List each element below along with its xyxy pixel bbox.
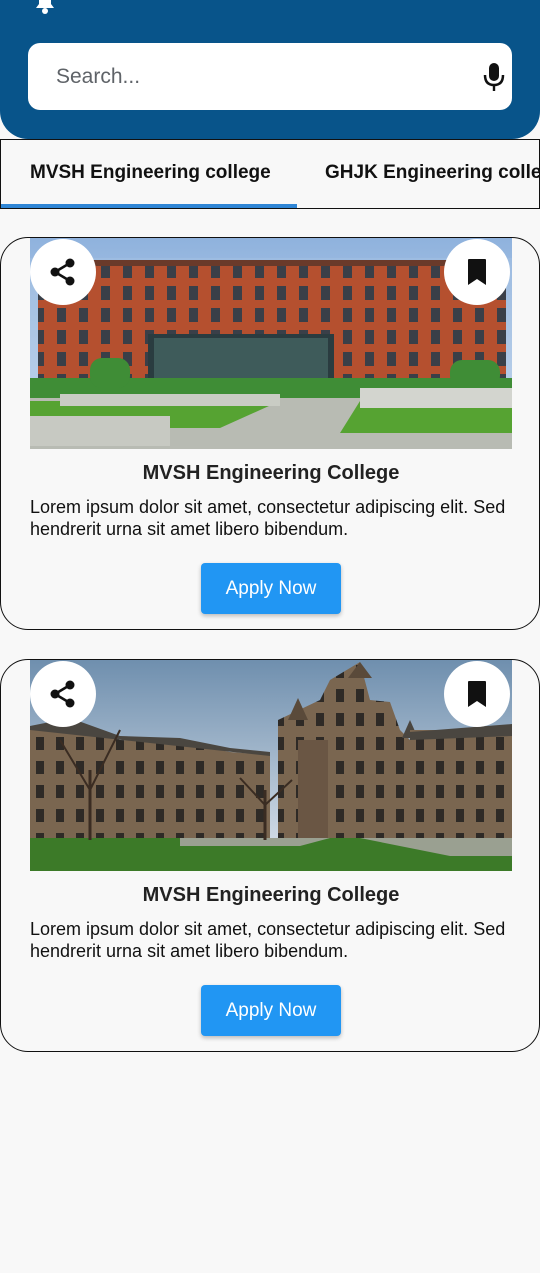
share-button[interactable] — [30, 661, 96, 727]
college-description: Lorem ipsum dolor sit amet, consectetur … — [30, 497, 506, 539]
college-card: MVSH Engineering College Lorem ipsum dol… — [0, 237, 540, 630]
college-image — [30, 660, 512, 871]
college-title: MVSH Engineering College — [142, 462, 400, 484]
tab-ghjk[interactable]: GHJK Engineering college — [325, 140, 539, 208]
apply-now-button[interactable]: Apply Now — [201, 563, 341, 614]
college-tab-bar: MVSH Engineering college GHJK Engineerin… — [0, 139, 540, 209]
tab-mvsh[interactable]: MVSH Engineering college — [30, 140, 271, 208]
search-bar[interactable]: Search... — [28, 43, 512, 110]
app-header: Search... — [0, 0, 540, 139]
bookmark-button[interactable] — [444, 239, 510, 305]
bookmark-icon — [468, 259, 486, 285]
microphone-icon[interactable] — [480, 62, 508, 92]
share-icon — [50, 258, 75, 286]
bookmark-icon — [468, 681, 486, 707]
bell-icon[interactable] — [32, 0, 58, 14]
college-title: MVSH Engineering College — [142, 884, 400, 906]
apply-now-button[interactable]: Apply Now — [201, 985, 341, 1036]
college-card: MVSH Engineering College Lorem ipsum dol… — [0, 659, 540, 1052]
college-description: Lorem ipsum dolor sit amet, consectetur … — [30, 919, 506, 961]
share-icon — [50, 680, 75, 708]
share-button[interactable] — [30, 239, 96, 305]
tab-indicator — [1, 204, 297, 208]
search-input[interactable]: Search... — [56, 43, 140, 110]
bookmark-button[interactable] — [444, 661, 510, 727]
college-image — [30, 238, 512, 449]
